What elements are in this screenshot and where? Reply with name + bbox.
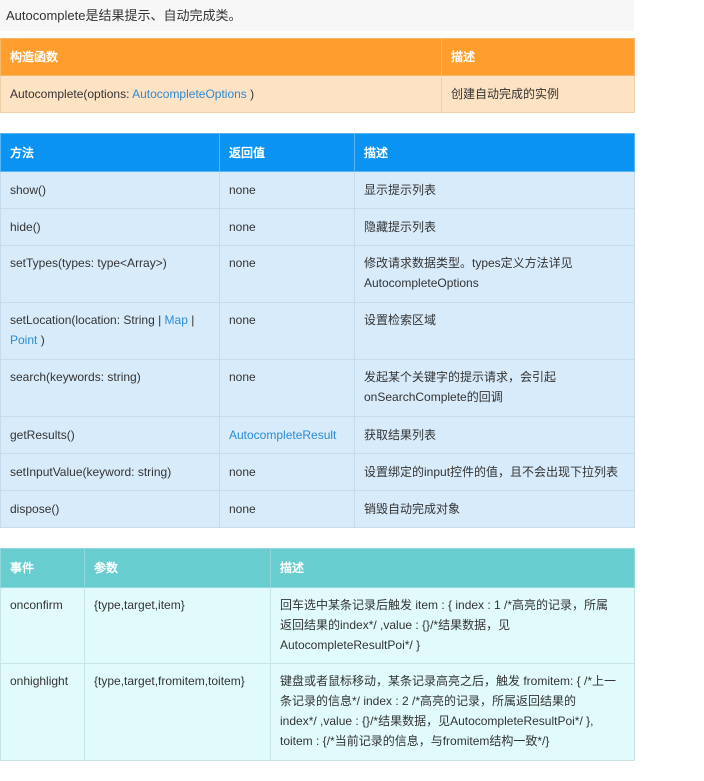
description-line: AutocompleteResultPoi*/ } xyxy=(280,638,421,652)
method-description: 获取结果列表 xyxy=(354,416,635,454)
table-row: setLocation(location: String | Map | Poi… xyxy=(0,302,635,360)
header-constructor: 构造函数 xyxy=(0,38,442,76)
events-table: 事件 参数 描述 onconfirm {type,target,item} 回车… xyxy=(0,548,635,761)
method-return: none xyxy=(219,302,355,360)
method-description: 隐藏提示列表 xyxy=(354,208,635,246)
point-link[interactable]: Point xyxy=(10,333,37,347)
table-row: getResults() AutocompleteResult 获取结果列表 xyxy=(0,416,635,454)
map-link[interactable]: Map xyxy=(165,313,188,327)
method-return: none xyxy=(219,245,355,303)
header-description: 描述 xyxy=(441,38,635,76)
event-params: {type,target,item} xyxy=(84,587,271,664)
method-description: 设置绑定的input控件的值，且不会出现下拉列表 xyxy=(354,453,635,491)
table-row: search(keywords: string) none 发起某个关键字的提示… xyxy=(0,359,635,417)
header-event: 事件 xyxy=(0,548,85,588)
method-description: 销毁自动完成对象 xyxy=(354,490,635,528)
event-params: {type,target,fromitem,toitem} xyxy=(84,663,271,761)
method-name: getResults() xyxy=(0,416,220,454)
event-name: onconfirm xyxy=(0,587,85,664)
method-name: setLocation(location: String | Map | Poi… xyxy=(0,302,220,360)
description-line: AutocompleteOptions xyxy=(364,276,479,290)
method-return: none xyxy=(219,453,355,491)
signature-suffix: ) xyxy=(246,87,255,101)
method-description: 显示提示列表 xyxy=(354,171,635,209)
table-row: dispose() none 销毁自动完成对象 xyxy=(0,490,635,528)
table-row: onhighlight {type,target,fromitem,toitem… xyxy=(0,663,635,761)
table-row: Autocomplete(options: AutocompleteOption… xyxy=(0,75,635,113)
method-description: 修改请求数据类型。types定义方法详见 AutocompleteOptions xyxy=(354,245,635,303)
constructor-description: 创建自动完成的实例 xyxy=(441,75,635,113)
header-description: 描述 xyxy=(270,548,635,588)
header-method: 方法 xyxy=(0,133,220,172)
description-line: 发起某个关键字的提示请求，会引起 xyxy=(364,370,557,384)
table-header-row: 事件 参数 描述 xyxy=(0,548,635,588)
method-description: 发起某个关键字的提示请求，会引起 onSearchComplete的回调 xyxy=(354,359,635,417)
method-description: 设置检索区域 xyxy=(354,302,635,360)
table-row: setInputValue(keyword: string) none 设置绑定… xyxy=(0,453,635,491)
event-name: onhighlight xyxy=(0,663,85,761)
description-line: onSearchComplete的回调 xyxy=(364,390,503,404)
table-row: setTypes(types: type<Array>) none 修改请求数据… xyxy=(0,245,635,303)
event-description: 键盘或者鼠标移动，某条记录高亮之后，触发 fromitem: { /*上一 条记录… xyxy=(270,663,635,761)
method-name: setTypes(types: type<Array>) xyxy=(0,245,220,303)
autocomplete-result-link[interactable]: AutocompleteResult xyxy=(219,416,355,454)
description-line: 返回结果的index*/ ,value : {}/*结果数据，见 xyxy=(280,618,511,632)
method-name: show() xyxy=(0,171,220,209)
description-line: 键盘或者鼠标移动，某条记录高亮之后，触发 fromitem: { /*上一 xyxy=(280,674,617,688)
intro-text: Autocomplete是结果提示、自动完成类。 xyxy=(0,0,634,31)
table-row: onconfirm {type,target,item} 回车选中某条记录后触发… xyxy=(0,587,635,664)
method-return: none xyxy=(219,171,355,209)
method-suffix: ) xyxy=(37,333,45,347)
description-line: 条记录的信息*/ index : 2 /*高亮的记录，所属返回结果的 xyxy=(280,694,577,708)
description-line: 回车选中某条记录后触发 item : { index : 1 /*高亮的记录，所… xyxy=(280,598,609,612)
methods-table: 方法 返回值 描述 show() none 显示提示列表 hide() none… xyxy=(0,133,635,528)
method-separator: | xyxy=(187,313,195,327)
method-name: hide() xyxy=(0,208,220,246)
method-return: none xyxy=(219,490,355,528)
description-line: index*/ ,value : {}/*结果数据，见AutocompleteR… xyxy=(280,714,594,728)
signature-prefix: Autocomplete(options: xyxy=(10,87,133,101)
method-name: setInputValue(keyword: string) xyxy=(0,453,220,491)
table-header-row: 构造函数 描述 xyxy=(0,38,635,76)
header-params: 参数 xyxy=(84,548,271,588)
constructor-table: 构造函数 描述 Autocomplete(options: Autocomple… xyxy=(0,38,635,113)
header-description: 描述 xyxy=(354,133,635,172)
constructor-signature: Autocomplete(options: AutocompleteOption… xyxy=(0,75,442,113)
table-header-row: 方法 返回值 描述 xyxy=(0,133,635,172)
description-line: toitem : {/*当前记录的信息，与fromitem结构一致*/} xyxy=(280,734,550,748)
method-return: none xyxy=(219,359,355,417)
method-name: dispose() xyxy=(0,490,220,528)
method-name: search(keywords: string) xyxy=(0,359,220,417)
description-line: 修改请求数据类型。types定义方法详见 xyxy=(364,256,573,270)
autocomplete-options-link[interactable]: AutocompleteOptions xyxy=(132,87,247,101)
method-return: none xyxy=(219,208,355,246)
event-description: 回车选中某条记录后触发 item : { index : 1 /*高亮的记录，所… xyxy=(270,587,635,664)
table-row: show() none 显示提示列表 xyxy=(0,171,635,209)
table-row: hide() none 隐藏提示列表 xyxy=(0,208,635,246)
header-return: 返回值 xyxy=(219,133,355,172)
method-prefix: setLocation(location: String | xyxy=(10,313,165,327)
